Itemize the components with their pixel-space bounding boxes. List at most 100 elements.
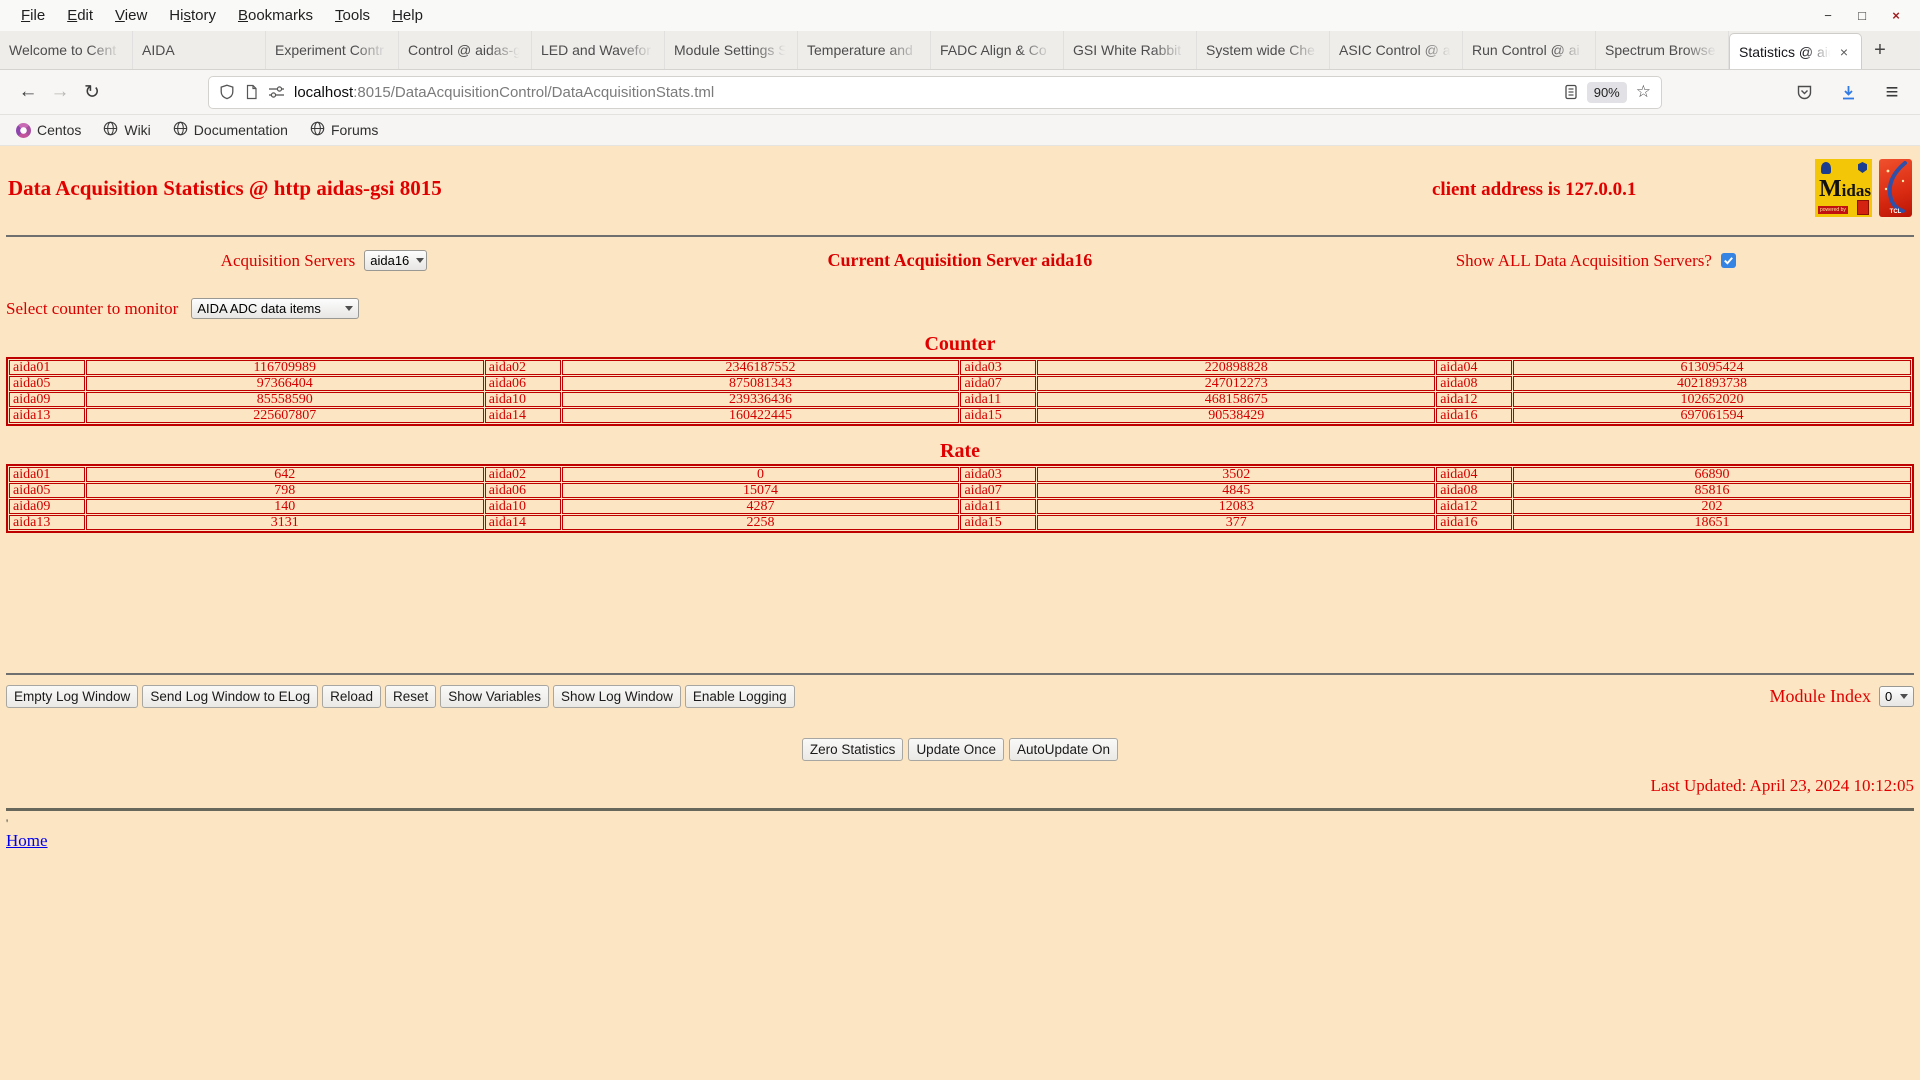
url-path: :8015/DataAcquisitionControl/DataAcquisi…: [353, 83, 715, 101]
log-control-button[interactable]: Empty Log Window: [6, 685, 139, 708]
log-control-button[interactable]: Send Log Window to ELog: [142, 685, 319, 708]
close-tab-icon[interactable]: ×: [1836, 44, 1852, 60]
zoom-level-badge[interactable]: 90%: [1586, 81, 1627, 103]
module-name-cell: aida01: [9, 467, 85, 482]
stats-control-button[interactable]: Zero Statistics: [801, 738, 904, 761]
stats-control-button[interactable]: Update Once: [908, 738, 1004, 761]
browser-tab[interactable]: Run Control @ ai ×: [1463, 31, 1596, 69]
browser-tab[interactable]: Control @ aidas-g ×: [399, 31, 532, 69]
module-value-cell: 3131: [85, 515, 484, 530]
counter-heading: Counter: [924, 333, 996, 355]
module-value-cell: 4287: [561, 499, 960, 514]
module-value-cell: 202: [1513, 499, 1911, 514]
browser-tab[interactable]: Spectrum Browse ×: [1596, 31, 1729, 69]
module-name-cell: aida10: [484, 392, 561, 407]
acquisition-server-select[interactable]: aida16: [364, 250, 428, 271]
module-value-cell: 0: [561, 467, 960, 482]
bookmark-star-icon[interactable]: ☆: [1636, 82, 1651, 102]
log-control-button[interactable]: Reload: [322, 685, 381, 708]
bookmark-wiki[interactable]: Wiki: [103, 121, 151, 139]
stray-mark: ': [6, 816, 9, 830]
browser-tab[interactable]: Statistics @ aid ×: [1729, 33, 1862, 69]
module-value-cell: 3502: [1037, 467, 1436, 482]
module-index-label: Module Index: [1769, 686, 1871, 706]
module-name-cell: aida16: [1436, 408, 1512, 423]
table-row: aida09 140 aida10 4287 aida11 12083 aida12 202: [9, 499, 1911, 514]
browser-tab[interactable]: Module Settings S ×: [665, 31, 798, 69]
url-text[interactable]: localhost:8015/DataAcquisitionControl/Da…: [294, 84, 1555, 101]
globe-icon: [310, 121, 325, 139]
module-name-cell: aida09: [9, 499, 85, 514]
module-name-cell: aida08: [1436, 483, 1512, 498]
page-info-icon[interactable]: [244, 84, 259, 100]
new-tab-button[interactable]: +: [1862, 31, 1898, 69]
log-control-button[interactable]: Enable Logging: [684, 685, 795, 708]
menu-bar: File Edit View History Bookmarks Tools Help − …: [0, 0, 1920, 31]
globe-icon: [103, 121, 118, 139]
browser-tab[interactable]: AIDA ×: [133, 31, 266, 69]
menu-item[interactable]: Bookmarks: [227, 7, 324, 24]
home-link[interactable]: Home: [6, 831, 48, 851]
bookmark-centos[interactable]: Centos: [16, 122, 81, 138]
permissions-icon[interactable]: [268, 85, 285, 99]
url-host: localhost: [294, 83, 354, 101]
pocket-icon[interactable]: [1788, 76, 1820, 108]
back-button[interactable]: ←: [12, 76, 44, 108]
rate-table: aida01 642 aida02 0 aida03 3502 aida04 66890 aid…: [6, 464, 1914, 533]
log-control-button[interactable]: Reset: [384, 685, 437, 708]
module-value-cell: 4021893738: [1513, 376, 1911, 391]
module-index-group: Module Index 0: [1770, 686, 1914, 707]
reader-view-icon[interactable]: [1564, 84, 1578, 100]
browser-tab[interactable]: System wide Che ×: [1197, 31, 1330, 69]
show-all-checkbox-checked[interactable]: [1720, 253, 1736, 268]
module-name-cell: aida05: [9, 376, 85, 391]
module-value-cell: 247012273: [1037, 376, 1436, 391]
module-name-cell: aida01: [9, 360, 85, 375]
reload-button[interactable]: ↻: [76, 76, 108, 108]
counter-select[interactable]: AIDA ADC data items: [191, 298, 360, 319]
module-value-cell: 140: [85, 499, 484, 514]
url-bar[interactable]: localhost:8015/DataAcquisitionControl/Da…: [208, 75, 1662, 109]
menu-items: File Edit View History Bookmarks Tools Help: [10, 7, 434, 24]
browser-tab[interactable]: GSI White Rabbit ×: [1064, 31, 1197, 69]
module-value-cell: 116709989: [85, 360, 484, 375]
hamburger-menu-icon[interactable]: ≡: [1876, 76, 1908, 108]
menu-item[interactable]: History: [158, 7, 227, 24]
close-window-button[interactable]: ×: [1888, 8, 1904, 23]
stats-control-button[interactable]: AutoUpdate On: [1009, 738, 1119, 761]
browser-tab[interactable]: Welcome to Cent ×: [0, 31, 133, 69]
forward-button[interactable]: →: [44, 76, 76, 108]
module-name-cell: aida09: [9, 392, 85, 407]
selected-counter: AIDA ADC data items: [197, 301, 321, 316]
menu-item[interactable]: Edit: [56, 7, 104, 24]
browser-tab[interactable]: Experiment Contr ×: [266, 31, 399, 69]
selected-server: aida16: [370, 253, 410, 268]
midas-powered-text: powered by: [1818, 206, 1848, 214]
menu-item[interactable]: Help: [381, 7, 434, 24]
shield-icon[interactable]: [219, 84, 235, 100]
logos: Midas powered by TCL: [1815, 159, 1912, 217]
download-icon[interactable]: [1832, 76, 1864, 108]
module-name-cell: aida05: [9, 483, 85, 498]
bookmark-forums[interactable]: Forums: [310, 121, 378, 139]
show-all-label: Show ALL Data Acquisition Servers?: [1455, 250, 1712, 270]
browser-tab[interactable]: Temperature and ×: [798, 31, 931, 69]
maximize-button[interactable]: □: [1854, 8, 1870, 23]
minimize-button[interactable]: −: [1820, 8, 1836, 23]
log-control-button[interactable]: Show Log Window: [553, 685, 681, 708]
log-control-button[interactable]: Show Variables: [440, 685, 550, 708]
menu-item[interactable]: View: [104, 7, 158, 24]
menu-item[interactable]: Tools: [324, 7, 381, 24]
tab-label: Welcome to Cent: [9, 42, 117, 58]
chevron-down-icon: [345, 306, 354, 311]
page-viewport: Data Acquisition Statistics @ http aidas…: [0, 146, 1920, 1080]
module-value-cell: 468158675: [1037, 392, 1436, 407]
browser-tab[interactable]: LED and Wavefor ×: [532, 31, 665, 69]
browser-tab[interactable]: ASIC Control @ a ×: [1330, 31, 1463, 69]
bookmark-documentation[interactable]: Documentation: [173, 121, 288, 139]
table-row: aida01 116709989 aida02 2346187552 aida03 220…: [9, 360, 1911, 375]
module-name-cell: aida12: [1436, 499, 1512, 514]
browser-tab[interactable]: FADC Align & Co ×: [931, 31, 1064, 69]
module-index-select[interactable]: 0: [1879, 686, 1914, 707]
menu-item[interactable]: File: [10, 7, 56, 24]
